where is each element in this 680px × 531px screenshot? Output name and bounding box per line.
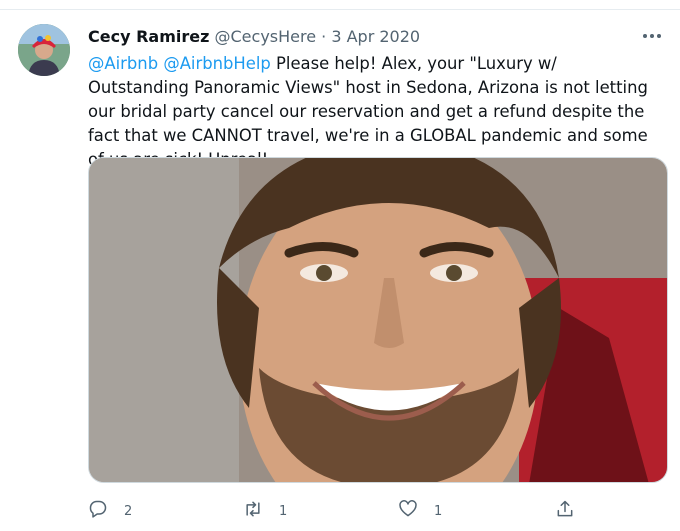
like-count: 1 xyxy=(434,503,443,519)
reply-button[interactable]: 2 xyxy=(88,498,132,524)
retweet-icon xyxy=(243,499,263,523)
tweet-text: @Airbnb @AirbnbHelp Please help! Alex, y… xyxy=(88,52,658,172)
tweet[interactable]: Cecy Ramirez @CecysHere · 3 Apr 2020 @Ai… xyxy=(0,0,680,531)
mention-airbnbhelp[interactable]: @AirbnbHelp xyxy=(163,54,270,73)
reply-count: 2 xyxy=(124,503,133,519)
tweet-header: Cecy Ramirez @CecysHere · 3 Apr 2020 xyxy=(88,27,640,46)
tweet-actions: 2 1 1 xyxy=(88,498,648,524)
mention-airbnb[interactable]: @Airbnb xyxy=(88,54,158,73)
reply-icon xyxy=(88,499,108,523)
tweet-date[interactable]: 3 Apr 2020 xyxy=(331,27,420,46)
retweet-button[interactable]: 1 xyxy=(243,498,287,524)
like-button[interactable]: 1 xyxy=(398,498,442,524)
avatar[interactable] xyxy=(18,24,70,76)
divider xyxy=(0,9,680,10)
user-handle[interactable]: @CecysHere xyxy=(215,27,317,46)
retweet-count: 1 xyxy=(279,503,288,519)
heart-icon xyxy=(398,499,418,523)
tweet-photo[interactable] xyxy=(88,157,668,483)
separator-dot: · xyxy=(321,27,327,46)
share-icon xyxy=(555,499,575,523)
display-name[interactable]: Cecy Ramirez xyxy=(88,27,209,46)
share-button[interactable] xyxy=(555,498,575,524)
more-icon[interactable] xyxy=(640,24,664,48)
